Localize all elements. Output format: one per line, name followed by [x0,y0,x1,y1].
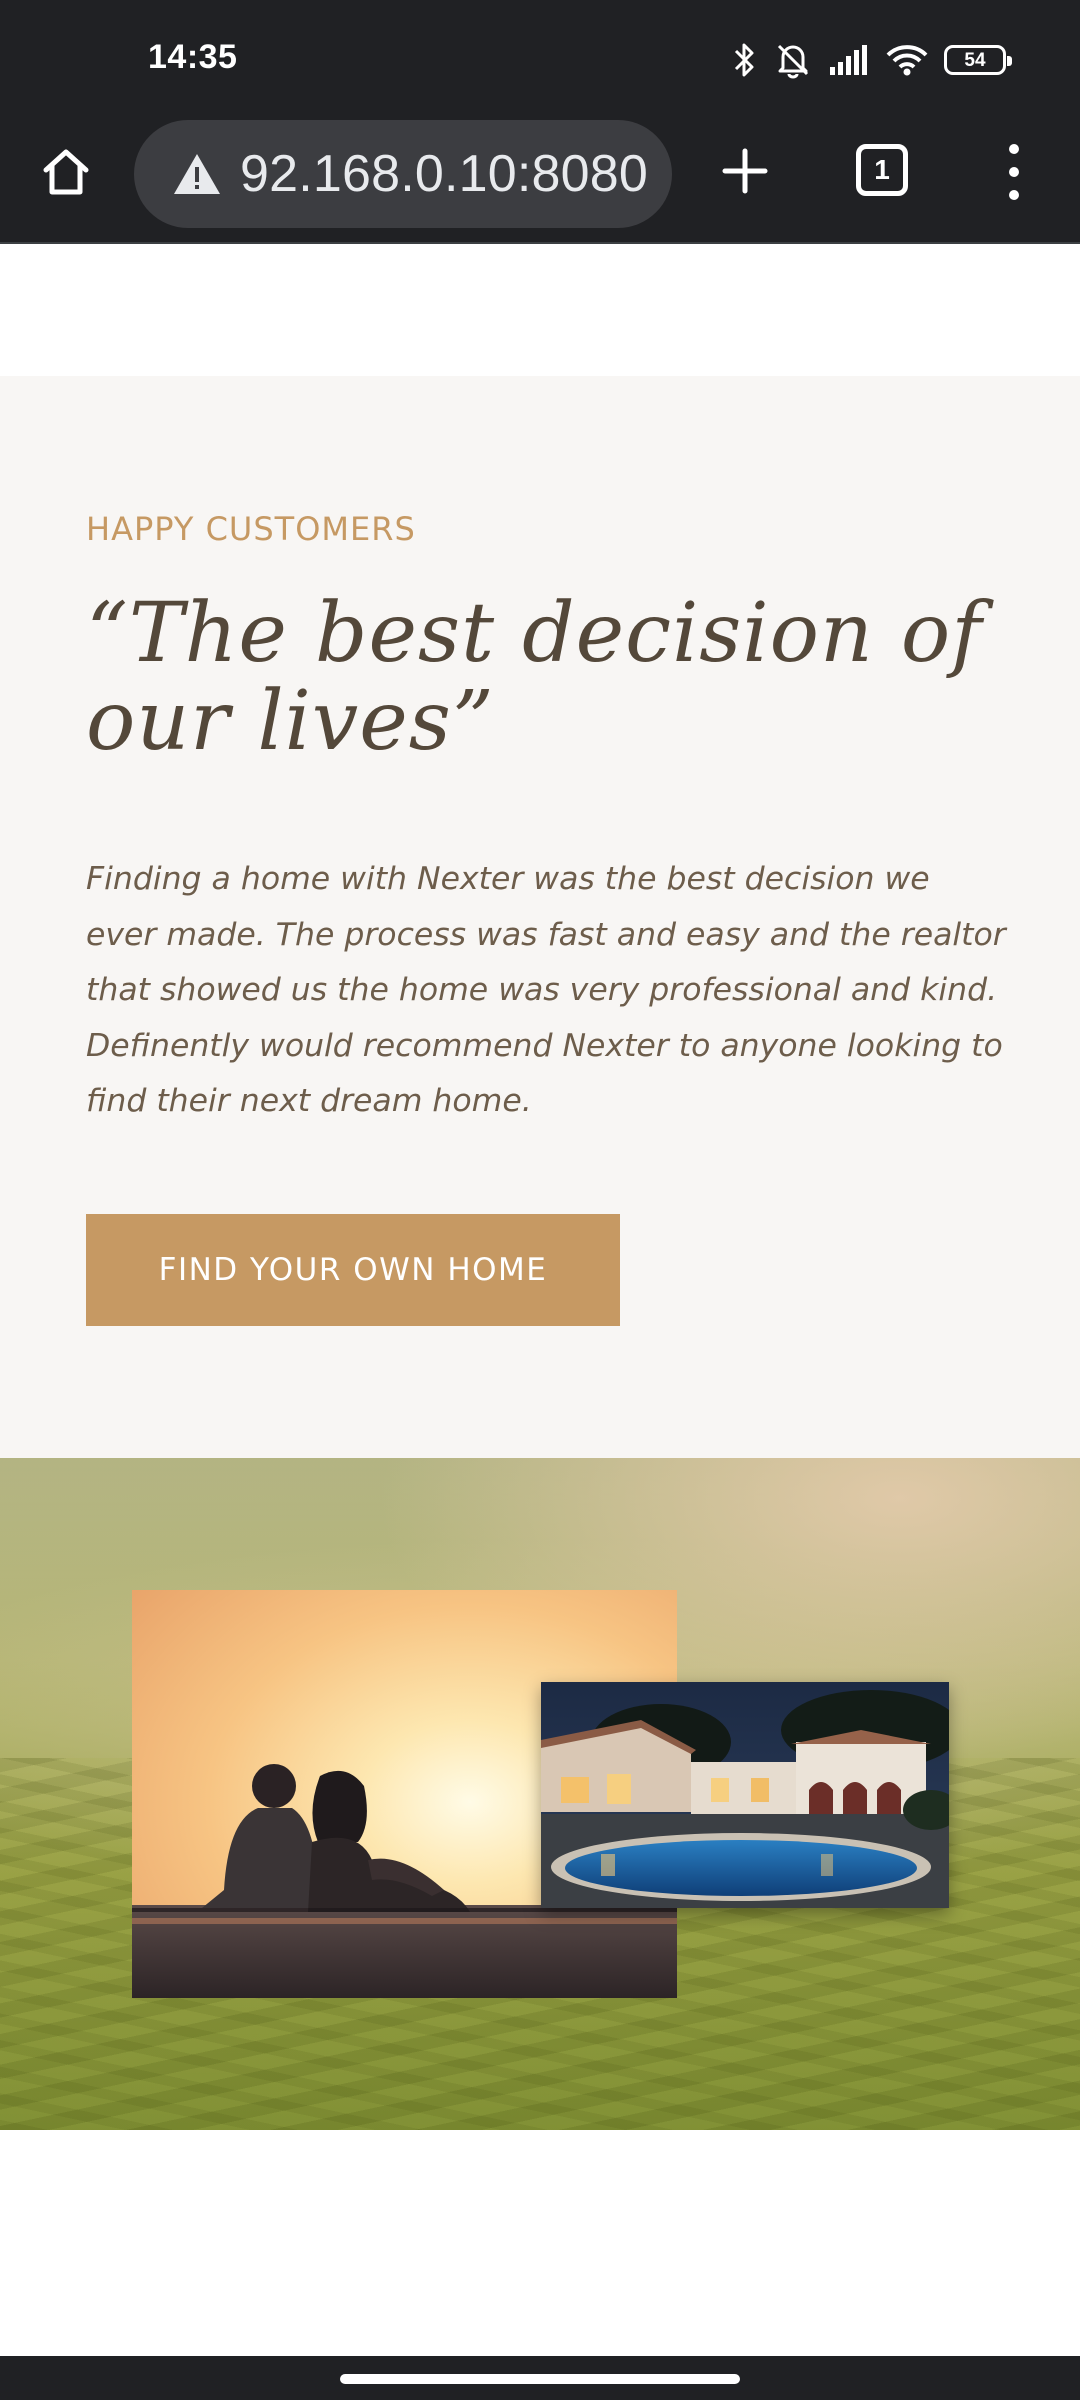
villa-pool-image [541,1682,949,1908]
gallery-section [0,1458,1080,2130]
quote-line-1: “The best decision of [86,586,983,681]
signal-icon [828,43,870,77]
address-bar[interactable]: 92.168.0.10:8080 [134,120,672,228]
status-bar: 14:35 54 [0,0,1080,120]
navigation-bar [0,2356,1080,2400]
more-icon[interactable] [992,138,1036,206]
new-tab-button[interactable] [712,138,778,204]
tab-count: 1 [874,154,890,185]
testimonial-section: HAPPY CUSTOMERS “The best decision of ou… [0,376,1080,1458]
status-time: 14:35 [148,38,238,76]
status-icons: 54 [732,38,1012,82]
find-home-button[interactable]: FIND YOUR OWN HOME [86,1214,620,1326]
url-text[interactable]: 92.168.0.10:8080 [240,144,648,204]
testimonial-quote: “The best decision of our lives” [86,590,1026,766]
mute-icon [774,41,812,79]
bluetooth-icon [732,40,758,80]
tabs-icon[interactable]: 1 [856,144,908,196]
battery-icon: 54 [944,45,1012,75]
section-eyebrow: HAPPY CUSTOMERS [86,510,416,548]
page-bottom-spacer [0,2130,1080,2356]
battery-level: 54 [964,49,986,71]
home-button[interactable] [34,140,98,204]
home-gesture-handle[interactable] [340,2374,740,2384]
quote-line-2: our lives” [86,674,495,769]
warning-icon[interactable] [172,152,222,196]
testimonial-body: Finding a home with Nexter was the best … [86,861,1006,1119]
wifi-icon [886,43,928,77]
home-icon [43,149,89,195]
plus-icon [722,148,768,194]
browser-toolbar: 92.168.0.10:8080 1 [0,120,1080,244]
page-top-spacer [0,244,1080,376]
